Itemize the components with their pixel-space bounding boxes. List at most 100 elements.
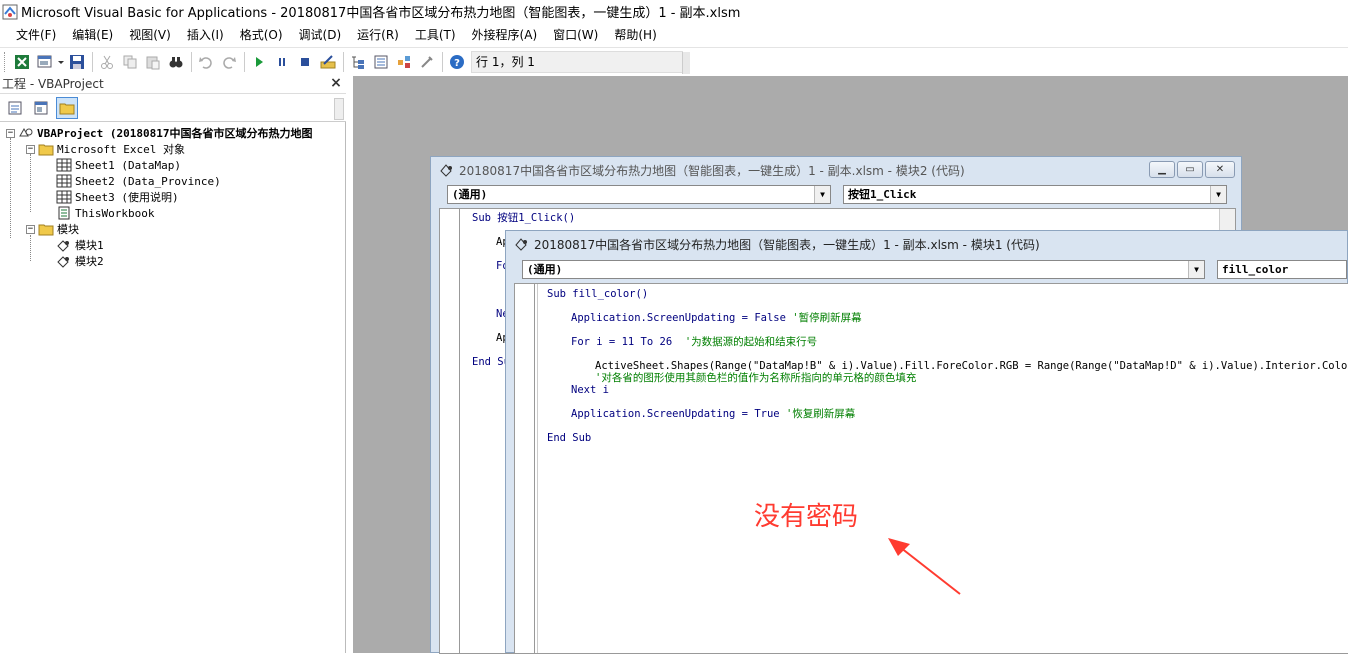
toolbar-overflow-button[interactable] [334,98,344,120]
folder-icon [38,224,54,236]
menu-file[interactable]: 文件(F) [8,23,64,48]
menu-edit[interactable]: 编辑(E) [64,23,121,48]
procedure-combo[interactable]: 按钮1_Click ▼ [843,185,1227,204]
code-line-8[interactable]: End Sub [547,432,591,444]
tree-node-sheet1[interactable]: Sheet1 (DataMap) [56,157,181,173]
code-line: Sub 按钮1_Click() [472,212,576,224]
menu-tools[interactable]: 工具(T) [407,23,464,48]
chevron-down-icon[interactable]: ▼ [1210,186,1226,203]
insert-module-icon[interactable] [34,51,56,73]
code-line-7[interactable]: Application.ScreenUpdating = True '恢复刷新屏… [571,408,855,420]
standard-toolbar: ? 行 1，列 1 [0,48,1348,76]
toolbar-overflow-button[interactable] [682,52,690,74]
code-line-4[interactable]: ActiveSheet.Shapes(Range("DataMap!B" & i… [595,360,1348,372]
menu-help[interactable]: 帮助(H) [606,23,664,48]
code-window-titlebar[interactable]: 20180817中国各省市区域分布热力地图（智能图表，一键生成）1 - 副本.x… [431,157,1241,183]
object-combo[interactable]: (通用) ▼ [447,185,831,204]
toggle-folders-icon[interactable] [56,96,78,119]
chevron-down-icon[interactable]: ▼ [1188,261,1204,278]
code-text: Application.ScreenUpdating = True [571,408,780,420]
menu-addins[interactable]: 外接程序(A) [464,23,546,48]
module-icon [57,240,69,252]
toolbar-separator [92,52,93,72]
toolbar-separator [343,52,344,72]
tree-label: Sheet1 (DataMap) [75,158,181,172]
design-mode-icon[interactable] [317,51,339,73]
project-explorer-title: 工程 - VBAProject [2,77,104,91]
sheet-icon [56,190,72,204]
redo-icon[interactable] [218,51,240,73]
cut-icon[interactable] [96,51,118,73]
toolbar-separator [442,52,443,72]
view-object-icon[interactable] [30,97,52,119]
tree-node-modules[interactable]: − 模块 [26,221,79,237]
find-icon[interactable] [165,51,187,73]
vba-app-icon [2,4,18,19]
cursor-position-display: 行 1，列 1 [471,51,690,74]
dropdown-arrow-icon[interactable] [57,51,65,73]
toolbar-separator [244,52,245,72]
tree-node-sheet2[interactable]: Sheet2 (Data_Province) [56,173,221,189]
toolbar-separator [191,52,192,72]
close-icon[interactable]: × [329,76,343,91]
code-window-icon [515,238,527,251]
toolbox-icon[interactable] [416,51,438,73]
tree-node-sheet3[interactable]: Sheet3 (使用说明) [56,189,179,205]
procedure-combo-value: fill_color [1222,263,1289,276]
run-icon[interactable] [248,51,270,73]
project-tree: − VBAProject (20180817中国各省市区域分布热力地图 − Mi… [0,122,346,653]
break-icon[interactable] [271,51,293,73]
procedure-combo[interactable]: fill_color [1217,260,1347,279]
tree-node-module2[interactable]: 模块2 [56,253,104,269]
chevron-down-icon[interactable]: ▼ [814,186,830,203]
code-line-6[interactable]: Next i [571,384,609,396]
tree-connector [10,138,11,238]
properties-icon[interactable] [370,51,392,73]
workbook-icon [58,206,70,220]
excel-icon[interactable] [11,51,33,73]
code-line-2[interactable]: Application.ScreenUpdating = False '暂停刷新… [571,312,862,324]
save-icon[interactable] [66,51,88,73]
code-margin[interactable] [440,209,460,653]
collapse-icon[interactable]: − [26,224,35,234]
object-browser-icon[interactable] [393,51,415,73]
code-window-icon [440,164,452,177]
collapse-icon[interactable]: − [26,144,35,154]
code-comment: '为数据源的起始和结束行号 [684,336,818,348]
object-combo[interactable]: (通用) ▼ [522,260,1205,279]
view-code-icon[interactable] [4,97,26,119]
cursor-position-text: 行 1，列 1 [476,55,535,69]
menu-format[interactable]: 格式(O) [232,23,291,48]
tree-label: Microsoft Excel 对象 [57,143,185,156]
code-text: Application.ScreenUpdating = False [571,312,786,324]
close-button[interactable]: ✕ [1205,161,1235,178]
tree-label: 模块1 [75,239,104,252]
collapse-icon[interactable]: − [6,128,15,138]
project-explorer-icon[interactable] [347,51,369,73]
menu-view[interactable]: 视图(V) [121,23,179,48]
code-line-5[interactable]: '对各省的图形使用其颜色栏的值作为名称所指向的单元格的颜色填充 [595,372,916,384]
undo-icon[interactable] [195,51,217,73]
copy-icon[interactable] [119,51,141,73]
help-icon[interactable]: ? [446,51,468,73]
minimize-button[interactable]: ▁ [1149,161,1175,178]
menu-run[interactable]: 运行(R) [349,23,407,48]
project-explorer-toolbar [0,94,346,122]
tree-node-vbaproject[interactable]: − VBAProject (20180817中国各省市区域分布热力地图 [6,125,312,141]
code-line-1[interactable]: Sub fill_color() [547,288,648,300]
tree-node-thisworkbook[interactable]: ThisWorkbook [56,205,154,221]
title-bar: Microsoft Visual Basic for Applications … [0,0,1348,23]
menu-debug[interactable]: 调试(D) [291,23,350,48]
menu-window[interactable]: 窗口(W) [545,23,606,48]
tree-node-module1[interactable]: 模块1 [56,237,104,253]
paste-icon[interactable] [142,51,164,73]
code-margin[interactable] [515,284,535,653]
reset-icon[interactable] [294,51,316,73]
folder-icon [38,144,54,156]
code-window-titlebar[interactable]: 20180817中国各省市区域分布热力地图（智能图表，一键生成）1 - 副本.x… [506,231,1347,257]
menu-insert[interactable]: 插入(I) [179,23,232,48]
toolbar-grip[interactable] [4,52,7,72]
restore-button[interactable]: ▭ [1177,161,1203,178]
tree-node-excel-objects[interactable]: − Microsoft Excel 对象 [26,141,185,157]
code-line-3[interactable]: For i = 11 To 26 '为数据源的起始和结束行号 [571,336,817,348]
